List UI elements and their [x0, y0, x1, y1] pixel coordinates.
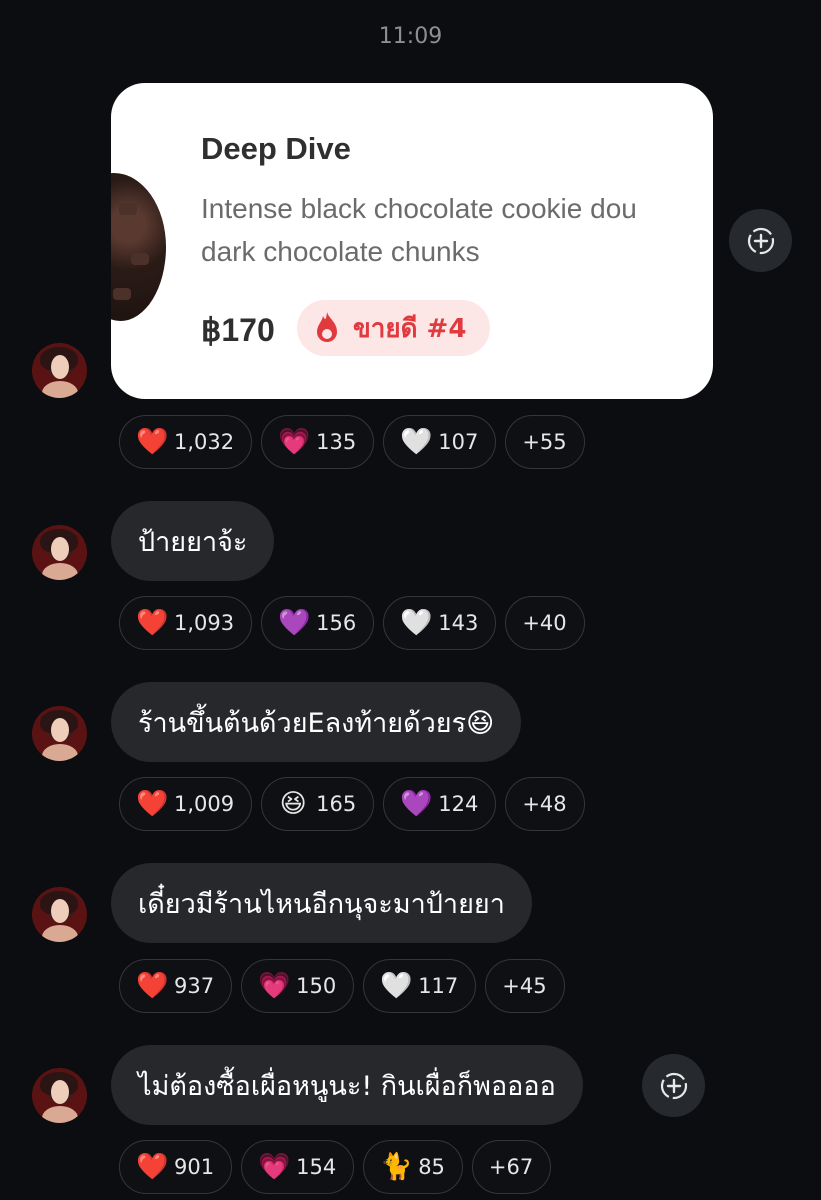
- add-reaction-button[interactable]: [729, 209, 792, 272]
- reaction-pink-heart[interactable]: 💗 150: [241, 959, 355, 1013]
- reaction-more[interactable]: +40: [505, 596, 585, 650]
- avatar[interactable]: [32, 525, 87, 580]
- avatar[interactable]: [32, 1068, 87, 1123]
- reaction-row: ❤️ 1,093 💜 156 🤍 143 +40: [119, 596, 585, 650]
- product-price: ฿170: [201, 312, 275, 348]
- cookie-image: [111, 173, 167, 323]
- message-bubble[interactable]: ป้ายยาจ้ะ: [111, 501, 275, 581]
- reaction-row: ❤️ 1,032 💗 135 🤍 107 +55: [119, 415, 585, 469]
- message-bubble[interactable]: ร้านขึ้นต้นด้วยEลงท้ายด้วยร😆: [111, 682, 522, 762]
- product-card[interactable]: Deep Dive Intense black chocolate cookie…: [111, 83, 713, 399]
- product-description: Intense black chocolate cookie dou dark …: [201, 193, 637, 267]
- timestamp: 11:09: [378, 24, 443, 49]
- message-bubble[interactable]: เดี๋ยวมีร้านไหนอีกนุจะมาป้ายยา: [111, 863, 532, 943]
- reaction-row: ❤️ 937 💗 150 🤍 117 +45: [119, 959, 565, 1013]
- reaction-purple-heart[interactable]: 💜 156: [261, 596, 375, 650]
- reaction-more[interactable]: +45: [485, 959, 565, 1013]
- add-reaction-icon: [747, 227, 774, 254]
- reaction-white-heart[interactable]: 🤍 143: [383, 596, 497, 650]
- avatar[interactable]: [32, 887, 87, 942]
- bestseller-badge: ขายดี #4: [297, 300, 491, 356]
- product-title: Deep Dive: [201, 131, 351, 166]
- reaction-row: ❤️ 901 💗 154 🐈 85 +67: [119, 1140, 552, 1194]
- reaction-laughing[interactable]: 😆 165: [261, 777, 375, 831]
- avatar[interactable]: [32, 706, 87, 761]
- reaction-heart[interactable]: ❤️ 1,093: [119, 596, 253, 650]
- add-reaction-button[interactable]: [642, 1054, 705, 1117]
- reaction-heart[interactable]: ❤️ 937: [119, 959, 233, 1013]
- reaction-white-heart[interactable]: 🤍 117: [363, 959, 477, 1013]
- reaction-pink-heart[interactable]: 💗 154: [241, 1140, 355, 1194]
- message-bubble[interactable]: ไม่ต้องซื้อเผื่อหนูนะ! กินเผื่อก็พออออ: [111, 1045, 583, 1125]
- fire-icon: [317, 312, 337, 342]
- reaction-more[interactable]: +48: [505, 777, 585, 831]
- reaction-heart[interactable]: ❤️ 1,032: [119, 415, 253, 469]
- reaction-cat[interactable]: 🐈 85: [363, 1140, 463, 1194]
- reaction-heart[interactable]: ❤️ 1,009: [119, 777, 253, 831]
- reaction-pink-heart[interactable]: 💗 135: [261, 415, 375, 469]
- reaction-purple-heart[interactable]: 💜 124: [383, 777, 497, 831]
- reaction-more[interactable]: +67: [471, 1140, 552, 1194]
- add-reaction-icon: [660, 1072, 687, 1099]
- avatar[interactable]: [32, 343, 87, 398]
- reaction-more[interactable]: +55: [505, 415, 585, 469]
- reaction-white-heart[interactable]: 🤍 107: [383, 415, 497, 469]
- reaction-row: ❤️ 1,009 😆 165 💜 124 +48: [119, 777, 585, 831]
- reaction-heart[interactable]: ❤️ 901: [119, 1140, 233, 1194]
